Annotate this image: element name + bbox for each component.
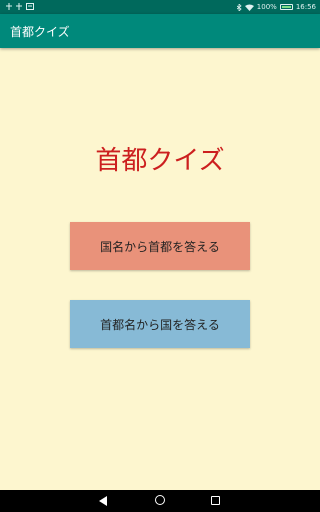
recent-apps-icon[interactable] bbox=[211, 496, 220, 505]
battery-fill bbox=[281, 6, 291, 8]
quiz-title: 首都クイズ bbox=[95, 146, 225, 176]
sim-icon bbox=[6, 3, 12, 10]
status-left-icons bbox=[6, 3, 34, 10]
status-right-icons: 100% 16:56 bbox=[236, 3, 316, 11]
capital-to-country-button[interactable]: 首都名から国を答える bbox=[70, 300, 250, 348]
notification-icon bbox=[26, 3, 34, 10]
sim-icon bbox=[16, 3, 22, 10]
home-icon[interactable] bbox=[155, 495, 165, 505]
bluetooth-icon bbox=[236, 3, 242, 11]
country-to-capital-button[interactable]: 国名から首都を答える bbox=[70, 222, 250, 270]
battery-percent: 100% bbox=[256, 3, 277, 11]
navigation-bar bbox=[0, 490, 320, 512]
app-bar: 首都クイズ bbox=[0, 14, 320, 48]
clock: 16:56 bbox=[295, 3, 316, 11]
status-bar: 100% 16:56 bbox=[0, 0, 320, 14]
battery-icon bbox=[279, 4, 293, 10]
back-icon[interactable] bbox=[99, 496, 107, 506]
wifi-icon bbox=[244, 4, 254, 11]
app-title: 首都クイズ bbox=[10, 25, 70, 39]
